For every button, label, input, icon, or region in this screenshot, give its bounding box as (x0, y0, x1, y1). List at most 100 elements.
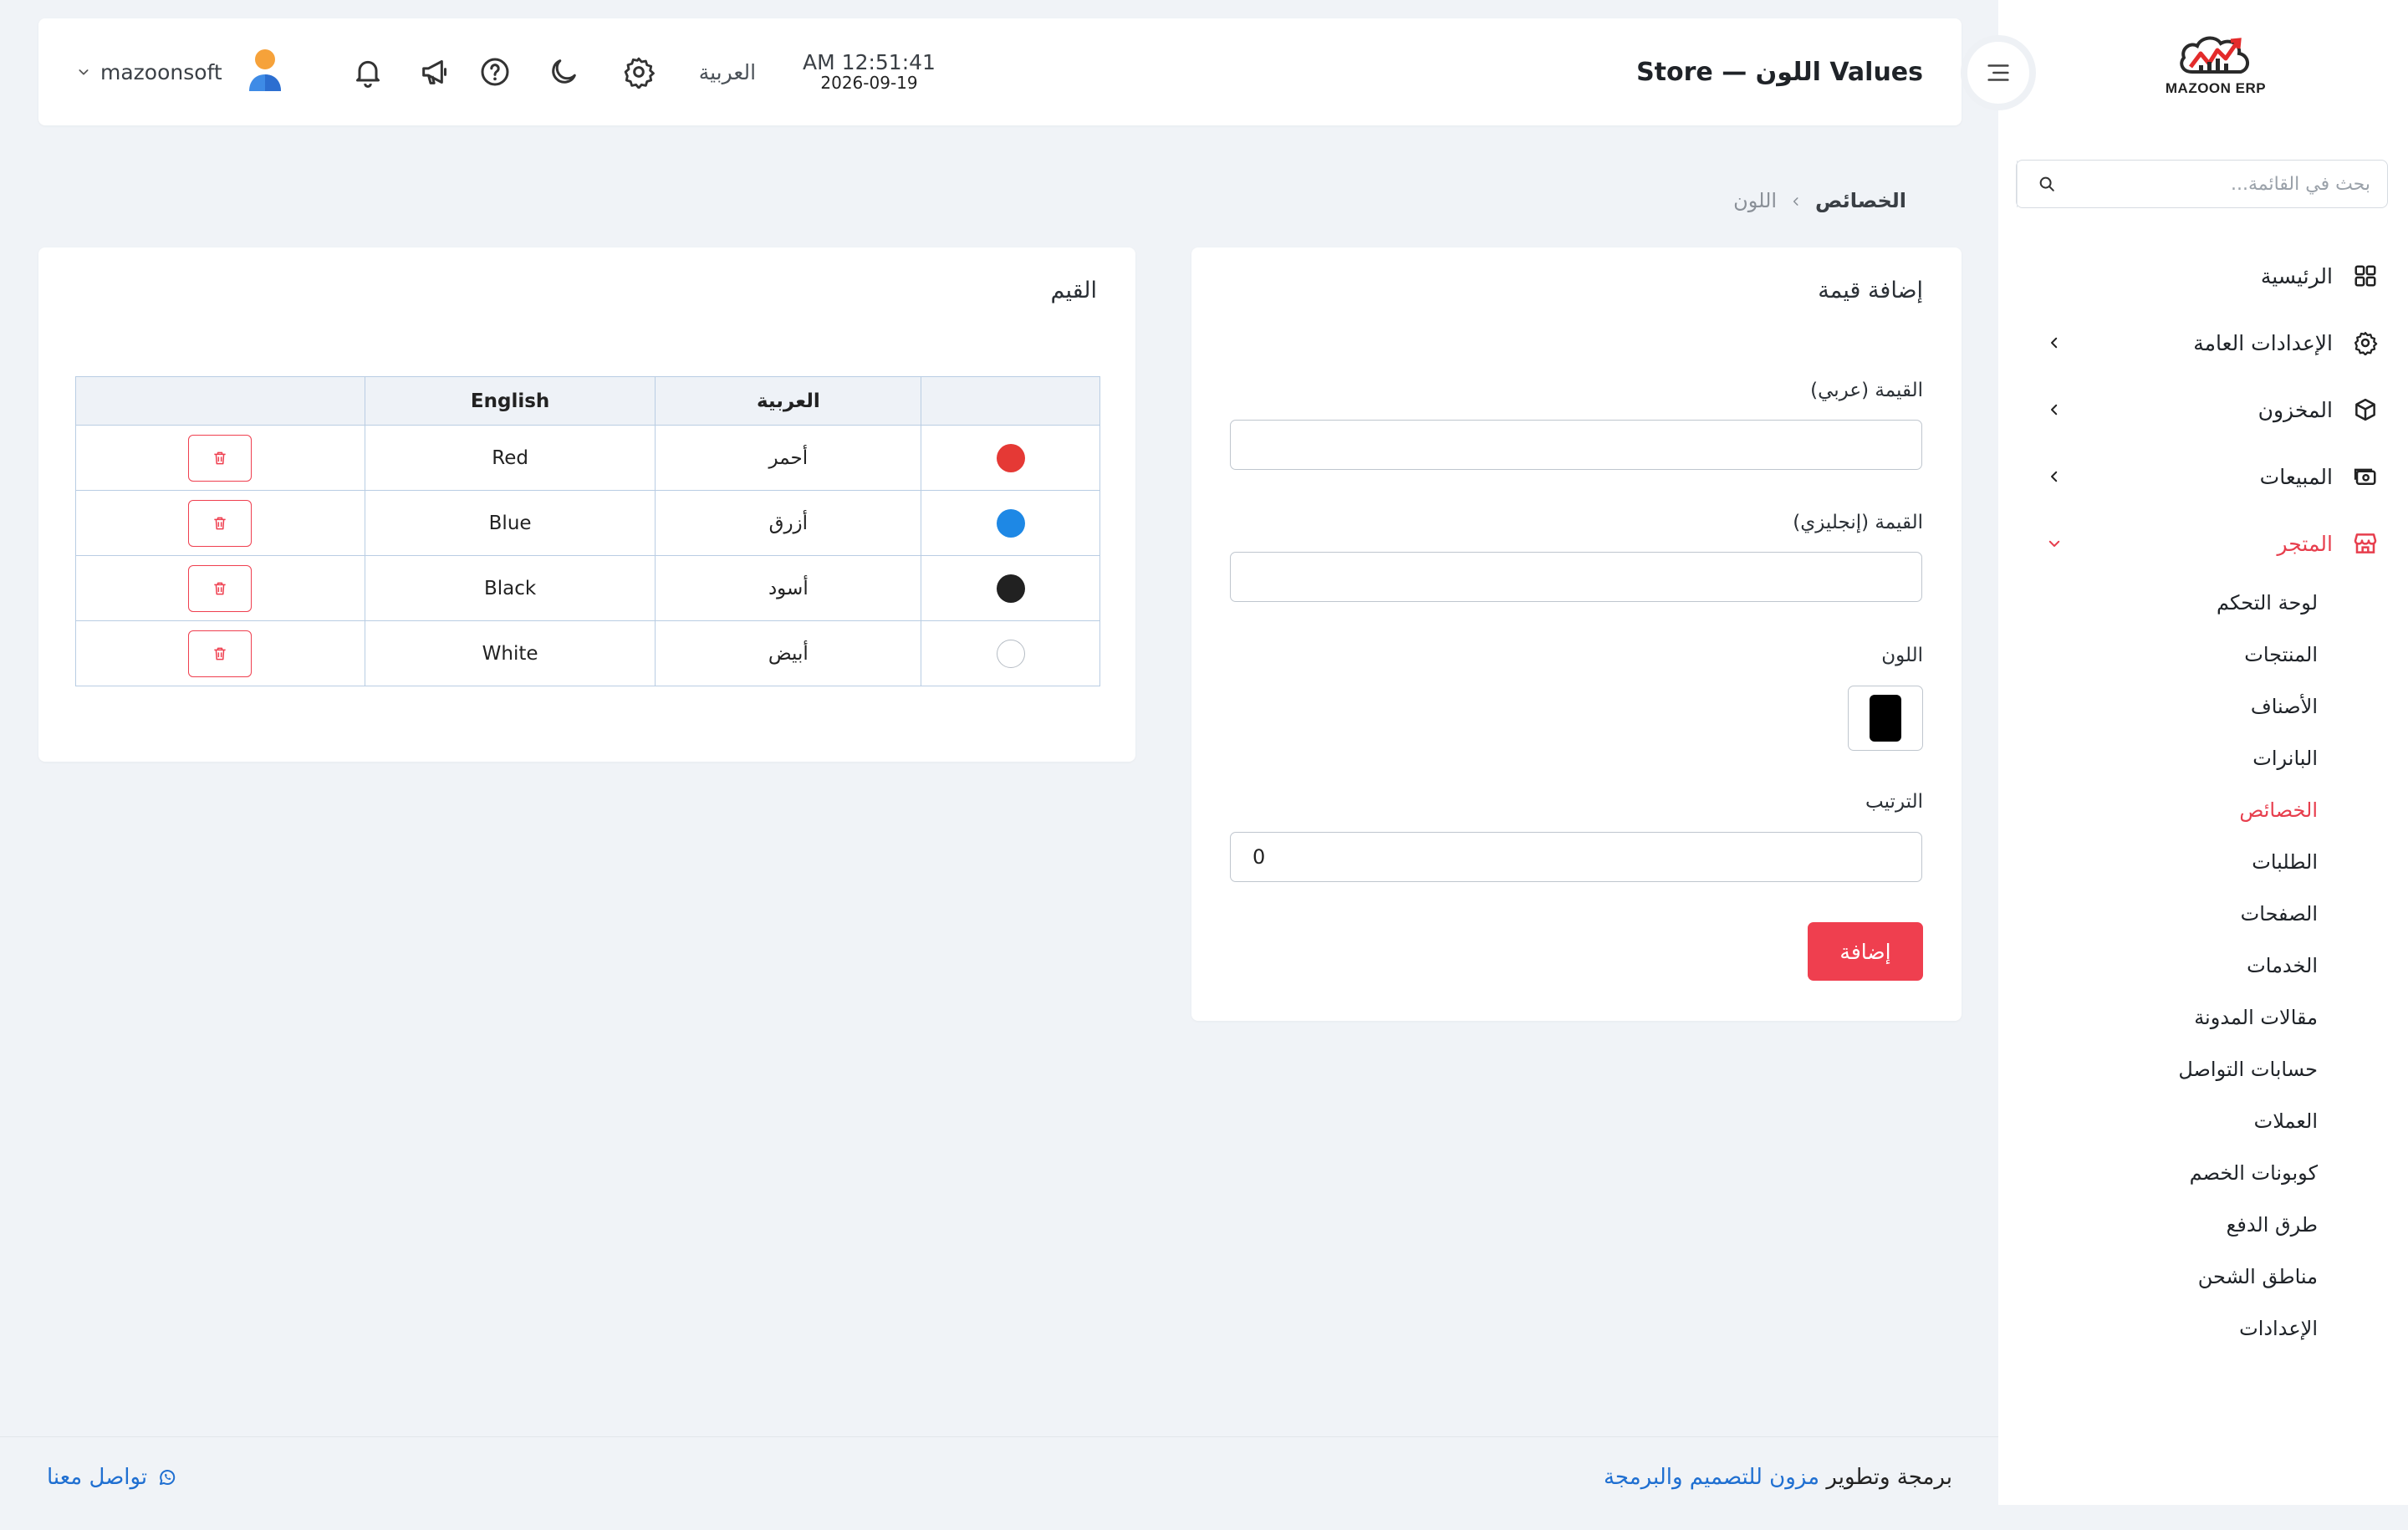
sidebar-subitem[interactable]: حسابات التواصل (1998, 1043, 2318, 1095)
english-cell: Blue (364, 490, 656, 556)
add-value-title: إضافة قيمة (1818, 278, 1923, 303)
sidebar-item-sales[interactable]: المبيعات (1998, 443, 2408, 510)
trash-icon (214, 582, 227, 594)
value-ar-input[interactable] (1230, 420, 1922, 470)
clock-time: AM 12:51:41 (803, 50, 936, 75)
clock-date: 2026-09-19 (820, 72, 918, 93)
order-input[interactable] (1230, 832, 1922, 882)
values-table: العربية English أحمر Red أزرق Blue أسود Black… (75, 376, 1100, 686)
sidebar-nav: الرئيسية الإعدادات العامة المخزون المبيع… (1998, 242, 2408, 1354)
top-header: Store — اللون Values mazoonsoft العربية … (38, 18, 1962, 125)
username: mazoonsoft (100, 59, 222, 84)
header-arabic: العربية (655, 376, 922, 426)
header-english: English (364, 376, 656, 426)
value-en-input[interactable] (1230, 552, 1922, 602)
sidebar-subitem[interactable]: كوبونات الخصم (1998, 1147, 2318, 1199)
color-dot (996, 443, 1025, 472)
search-button[interactable] (2017, 161, 2075, 207)
cash-icon (2351, 462, 2380, 491)
footer-credit: برمجة وتطوير مزون للتصميم والبرمجة (1604, 1465, 1952, 1490)
contact-label: تواصل معنا (47, 1465, 148, 1490)
english-cell: Red (364, 425, 656, 491)
sidebar-subitem[interactable]: مناطق الشحن (1998, 1251, 2318, 1303)
language-switch[interactable]: العربية (699, 60, 756, 84)
sidebar-subitem[interactable]: العملات (1998, 1095, 2318, 1147)
color-cell (921, 425, 1100, 491)
sidebar-search-input[interactable] (2075, 173, 2387, 195)
arabic-cell: أزرق (655, 490, 922, 556)
table-row: أبيض White (75, 620, 1100, 686)
actions-cell (75, 555, 365, 621)
color-picker[interactable] (1848, 686, 1923, 751)
store-submenu: لوحة التحكم المنتجات الأصناف البانرات الخصائ… (1998, 577, 2408, 1354)
color-label: اللون (1881, 645, 1923, 666)
sidebar-subitem[interactable]: طرق الدفع (1998, 1199, 2318, 1251)
sidebar-item-label: المخزون (2258, 397, 2333, 422)
store-icon (2351, 529, 2380, 558)
box-icon (2351, 395, 2380, 424)
english-cell: Black (364, 555, 656, 621)
actions-cell (75, 425, 365, 491)
color-cell (921, 620, 1100, 686)
delete-button[interactable] (188, 630, 253, 677)
sidebar-subitem[interactable]: مقالات المدونة (1998, 992, 2318, 1043)
megaphone-icon[interactable] (416, 54, 453, 90)
value-ar-label: القيمة (عربي) (1810, 380, 1923, 401)
sidebar-subitem[interactable]: البانرات (1998, 732, 2318, 784)
delete-button[interactable] (188, 499, 253, 547)
menu-icon (1987, 64, 2009, 81)
chevron-down-icon (79, 69, 89, 75)
chevron-left-icon (2042, 330, 2067, 355)
sidebar-subitem[interactable]: الخصائص (1998, 784, 2318, 836)
sidebar-item-label: الإعدادات العامة (2193, 330, 2333, 355)
help-icon[interactable] (477, 54, 513, 90)
sidebar-subitem[interactable]: الخدمات (1998, 940, 2318, 992)
sidebar-item-inventory[interactable]: المخزون (1998, 376, 2408, 443)
delete-button[interactable] (188, 564, 253, 612)
sidebar-toggle-button[interactable] (1961, 35, 2036, 110)
trash-icon (214, 517, 227, 529)
contact-link[interactable]: تواصل معنا (47, 1465, 177, 1490)
sidebar-subitem[interactable]: لوحة التحكم (1998, 577, 2318, 629)
values-card: القيم العربية English أحمر Red أزرق Blue أسو… (38, 247, 1135, 762)
user-menu[interactable]: mazoonsoft (77, 48, 284, 96)
breadcrumb: الخصائص اللون (1733, 189, 1906, 212)
moon-icon[interactable] (545, 54, 582, 90)
breadcrumb-parent[interactable]: الخصائص (1815, 189, 1906, 212)
table-row: أحمر Red (75, 425, 1100, 491)
gear-icon (2351, 329, 2380, 357)
add-value-button[interactable]: إضافة (1808, 922, 1923, 981)
brand-logo[interactable]: MAZOON ERP (2132, 33, 2299, 117)
arabic-cell: أحمر (655, 425, 922, 491)
settings-icon[interactable] (620, 54, 657, 90)
sidebar-subitem[interactable]: الطلبات (1998, 836, 2318, 888)
delete-button[interactable] (188, 434, 253, 482)
sidebar-item-label: الرئيسية (2260, 263, 2333, 288)
color-cell (921, 490, 1100, 556)
header-clock: AM 12:51:41 2026-09-19 (803, 50, 936, 93)
header-toolbar: mazoonsoft العربية AM 12:51:41 2026-09-1… (77, 18, 936, 125)
table-header-row: العربية English (75, 376, 1100, 426)
sidebar-subitem[interactable]: الأصناف (1998, 681, 2318, 732)
color-cell (921, 555, 1100, 621)
footer-credit-link[interactable]: مزون للتصميم والبرمجة (1604, 1465, 1819, 1490)
avatar[interactable] (246, 48, 284, 96)
add-value-card: إضافة قيمة القيمة (عربي) القيمة (إنجليزي… (1191, 247, 1962, 1021)
footer-divider (0, 1436, 1998, 1437)
arabic-cell: أبيض (655, 620, 922, 686)
value-en-label: القيمة (إنجليزي) (1793, 512, 1923, 533)
sidebar-item-store[interactable]: المتجر (1998, 510, 2408, 577)
sidebar-subitem[interactable]: الصفحات (1998, 888, 2318, 940)
color-dot (996, 574, 1025, 603)
sidebar-subitem[interactable]: الإعدادات (1998, 1303, 2318, 1354)
table-row: أزرق Blue (75, 490, 1100, 556)
sidebar-item-general-settings[interactable]: الإعدادات العامة (1998, 309, 2408, 376)
color-dot (996, 639, 1025, 668)
chevron-left-icon (2042, 397, 2067, 422)
actions-cell (75, 490, 365, 556)
bell-icon[interactable] (349, 54, 386, 90)
whatsapp-icon (157, 1467, 177, 1487)
color-swatch (1870, 695, 1901, 742)
sidebar-item-home[interactable]: الرئيسية (1998, 242, 2408, 309)
sidebar-subitem[interactable]: المنتجات (1998, 629, 2318, 681)
